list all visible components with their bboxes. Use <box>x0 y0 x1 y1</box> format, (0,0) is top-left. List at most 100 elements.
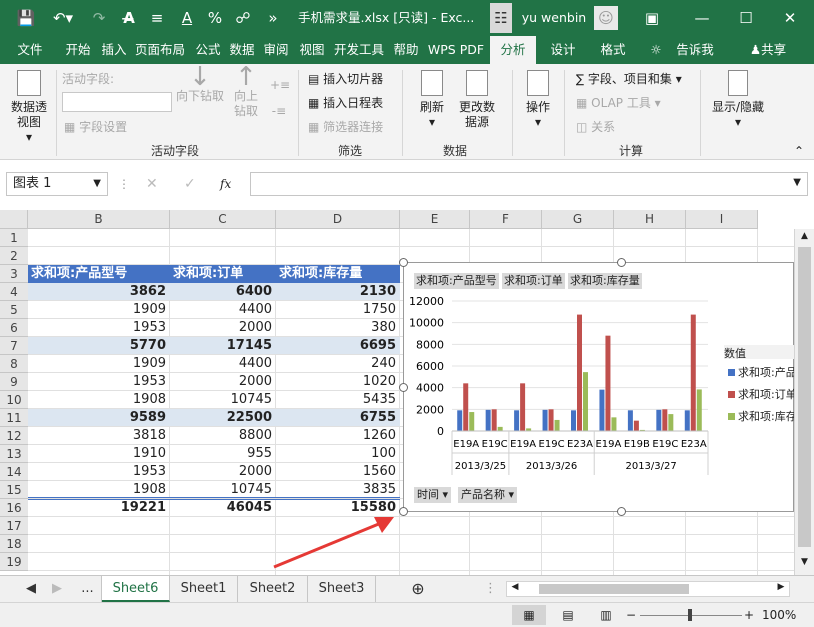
chart-legend[interactable]: 求和项:产品 求和项:订单 求和项:库存 <box>724 365 794 435</box>
drill-up-button[interactable]: ↑ 向上钻取 <box>228 64 264 119</box>
pivot-value-cell[interactable]: 1908 <box>28 391 170 409</box>
resize-handle[interactable] <box>399 507 408 516</box>
format-painter-icon[interactable]: A̶ <box>118 0 140 36</box>
cancel-icon[interactable]: ✕ <box>146 172 166 196</box>
pivot-value-cell[interactable]: 3818 <box>28 427 170 445</box>
pivot-value-cell[interactable]: 1750 <box>276 301 400 319</box>
pivot-value-cell[interactable]: 5435 <box>276 391 400 409</box>
row-header-4[interactable]: 4 <box>0 283 28 301</box>
page-layout-view-icon[interactable]: ▤ <box>556 605 580 625</box>
change-data-source-button[interactable]: 更改数据源 <box>454 70 500 130</box>
pivot-value-cell[interactable]: 6400 <box>170 283 276 301</box>
tab-page-layout[interactable]: 页面布局 <box>132 36 188 64</box>
sheet-tab-sheet3[interactable]: Sheet3 <box>308 576 376 602</box>
align-icon[interactable]: ≡ <box>146 0 168 36</box>
olap-tools-button[interactable]: ▦ OLAP 工具 ▾ <box>576 96 661 111</box>
row-header-9[interactable]: 9 <box>0 373 28 391</box>
tab-review[interactable]: 审阅 <box>260 36 292 64</box>
expand-formula-icon[interactable]: ▼ <box>793 177 801 188</box>
tab-splitter-icon[interactable]: ⋮ <box>484 576 497 602</box>
scroll-down-icon[interactable]: ▼ <box>797 557 812 571</box>
pivot-value-cell[interactable]: 1953 <box>28 463 170 481</box>
tab-insert[interactable]: 插入 <box>98 36 130 64</box>
percent-icon[interactable]: % <box>204 0 226 36</box>
pivot-value-cell[interactable]: 1560 <box>276 463 400 481</box>
pivot-value-cell[interactable]: 100 <box>276 445 400 463</box>
pivot-value-cell[interactable]: 2130 <box>276 283 400 301</box>
column-header-F[interactable]: F <box>470 210 542 229</box>
fields-items-sets-button[interactable]: ∑ 字段、项目和集 ▾ <box>576 72 682 87</box>
pivot-value-cell[interactable]: 9589 <box>28 409 170 427</box>
resize-handle[interactable] <box>399 258 408 267</box>
row-header-7[interactable]: 7 <box>0 337 28 355</box>
pivot-header-cell[interactable]: 求和项:产品型号 <box>28 265 170 283</box>
pivot-value-cell[interactable]: 10745 <box>170 391 276 409</box>
tab-formulas[interactable]: 公式 <box>192 36 224 64</box>
close-icon[interactable]: ✕ <box>778 0 802 36</box>
column-header-D[interactable]: D <box>276 210 400 229</box>
ribbon-display-icon[interactable]: ▣ <box>640 0 664 36</box>
axis-field-button-time[interactable]: 时间 ▾ <box>414 487 452 503</box>
add-sheet-icon[interactable]: ⊕ <box>406 576 430 602</box>
row-header-18[interactable]: 18 <box>0 535 28 553</box>
pivot-value-cell[interactable]: 2000 <box>170 319 276 337</box>
row-header-17[interactable]: 17 <box>0 517 28 535</box>
pivot-chart-button[interactable]: 数据透视图 ▾ <box>6 70 52 145</box>
row-header-1[interactable]: 1 <box>0 229 28 247</box>
link-icon[interactable]: ☍ <box>232 0 254 36</box>
formula-input[interactable]: ▼ <box>250 172 808 196</box>
undo-icon[interactable]: ↶▾ <box>48 0 78 36</box>
show-hide-button[interactable]: 显示/隐藏 ▾ <box>708 70 768 130</box>
pivot-value-cell[interactable]: 19221 <box>28 499 170 517</box>
column-header-I[interactable]: I <box>686 210 758 229</box>
value-field-button-2[interactable]: 求和项:订单 <box>502 273 565 289</box>
maximize-icon[interactable]: ☐ <box>734 0 758 36</box>
confirm-icon[interactable]: ✓ <box>184 172 204 196</box>
pivot-value-cell[interactable]: 2000 <box>170 373 276 391</box>
row-header-5[interactable]: 5 <box>0 301 28 319</box>
horizontal-scrollbar[interactable]: ◀ ▶ <box>506 581 790 597</box>
tab-file[interactable]: 文件 <box>8 36 52 64</box>
tab-home[interactable]: 开始 <box>58 36 98 64</box>
pivot-value-cell[interactable]: 22500 <box>170 409 276 427</box>
actions-button[interactable]: 操作 ▾ <box>520 70 556 130</box>
sheet-tab-sheet6[interactable]: Sheet6 <box>102 576 170 602</box>
tab-data[interactable]: 数据 <box>226 36 258 64</box>
more-commands-icon[interactable]: » <box>262 0 284 36</box>
pivot-value-cell[interactable]: 1909 <box>28 301 170 319</box>
column-header-E[interactable]: E <box>400 210 470 229</box>
pivot-value-cell[interactable]: 2000 <box>170 463 276 481</box>
refresh-button[interactable]: 刷新 ▾ <box>412 70 452 130</box>
filter-connections-button[interactable]: ▦ 筛选器连接 <box>308 120 383 135</box>
redo-icon[interactable]: ↷ <box>86 0 112 36</box>
zoom-slider-thumb[interactable] <box>688 609 692 621</box>
scroll-next-sheet-icon[interactable]: ▶ <box>48 576 66 602</box>
pivot-value-cell[interactable]: 6755 <box>276 409 400 427</box>
tab-help[interactable]: 帮助 <box>390 36 422 64</box>
insert-slicer-button[interactable]: ▤ 插入切片器 <box>308 72 383 87</box>
tab-design[interactable]: 设计 <box>540 36 586 64</box>
splitter-icon[interactable]: ⋮ <box>118 172 130 196</box>
pivot-value-cell[interactable]: 1953 <box>28 319 170 337</box>
resize-handle[interactable] <box>617 258 626 267</box>
legend-item[interactable]: 求和项:库存 <box>728 409 794 425</box>
row-header-16[interactable]: 16 <box>0 499 28 517</box>
name-box[interactable]: 图表 1 ▼ <box>6 172 108 196</box>
value-field-button-1[interactable]: 求和项:产品型号 <box>414 273 499 289</box>
minimize-icon[interactable]: — <box>690 0 714 36</box>
collapse-ribbon-icon[interactable]: ⌃ <box>792 144 806 159</box>
scroll-up-icon[interactable]: ▲ <box>797 231 812 245</box>
pivot-value-cell[interactable]: 1909 <box>28 355 170 373</box>
row-header-3[interactable]: 3 <box>0 265 28 283</box>
tab-developer[interactable]: 开发工具 <box>330 36 388 64</box>
more-sheets-button[interactable]: ... <box>74 576 102 602</box>
row-header-8[interactable]: 8 <box>0 355 28 373</box>
pivot-value-cell[interactable]: 240 <box>276 355 400 373</box>
resize-handle[interactable] <box>399 383 408 392</box>
pivot-value-cell[interactable]: 6695 <box>276 337 400 355</box>
insert-timeline-button[interactable]: ▦ 插入日程表 <box>308 96 383 111</box>
pivot-value-cell[interactable]: 1020 <box>276 373 400 391</box>
font-color-icon[interactable]: A <box>176 0 198 36</box>
column-header-B[interactable]: B <box>28 210 170 229</box>
axis-field-button-product[interactable]: 产品名称 ▾ <box>458 487 518 503</box>
